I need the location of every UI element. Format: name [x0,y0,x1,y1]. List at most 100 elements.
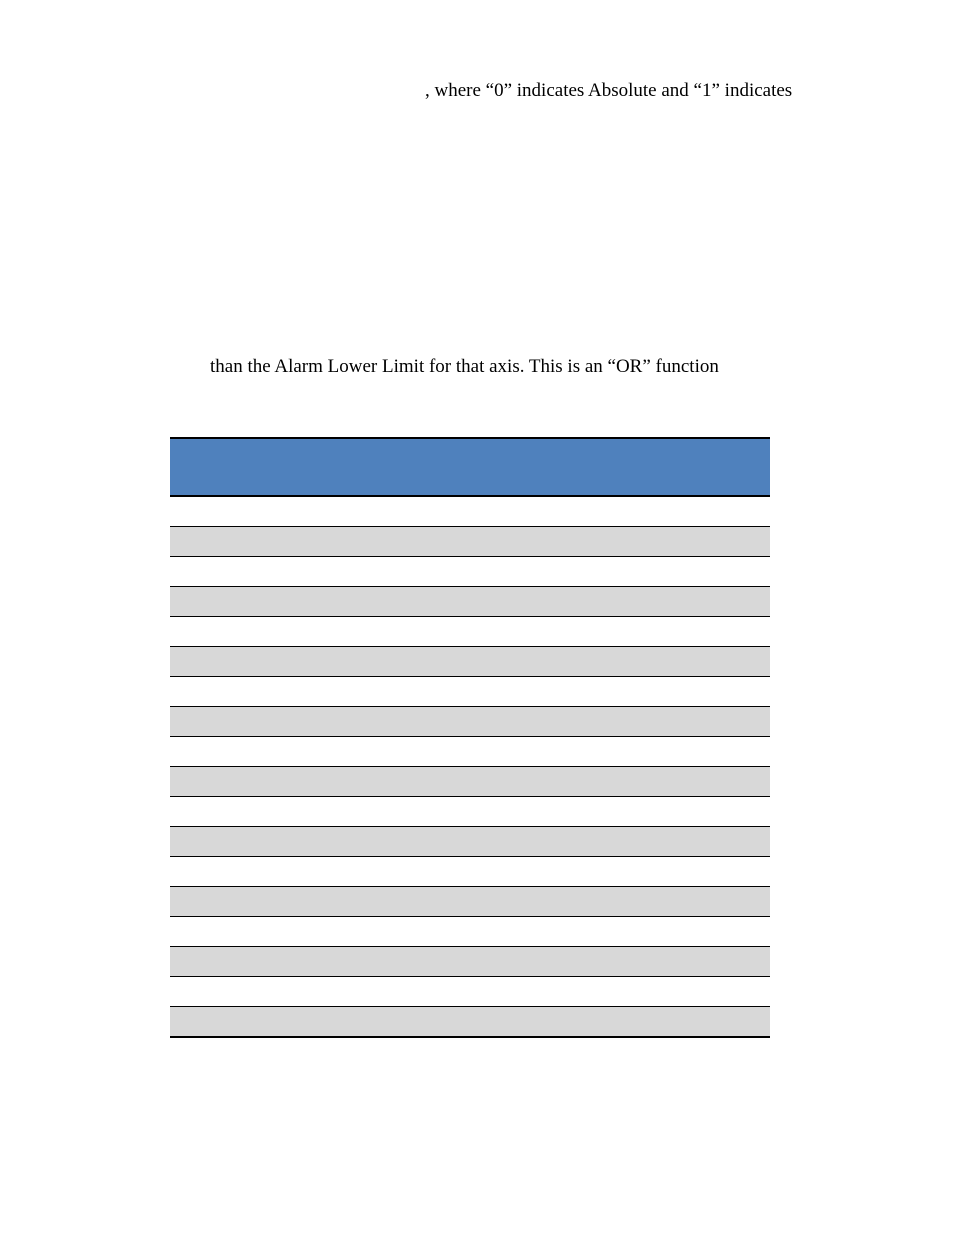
table-cell [450,1007,568,1038]
table-row [170,617,770,647]
table-cell [568,887,676,917]
table-cell [450,527,568,557]
data-table [170,437,770,1038]
table-cell [676,587,770,617]
table-cell [170,977,450,1007]
table-cell [450,557,568,587]
table-header-cell [450,438,568,496]
table-header-row [170,438,770,496]
table-cell [676,1007,770,1038]
table-cell [170,887,450,917]
table-row [170,977,770,1007]
table-cell [450,587,568,617]
table-row [170,496,770,527]
table-cell [568,737,676,767]
table-cell [170,617,450,647]
table-cell [676,707,770,737]
table-cell [170,527,450,557]
table-cell [450,947,568,977]
table-row [170,527,770,557]
table-row [170,1007,770,1038]
table-cell [568,947,676,977]
table-cell [450,767,568,797]
table-cell [450,647,568,677]
table-cell [568,557,676,587]
table-cell [450,917,568,947]
table-cell [170,587,450,617]
table-cell [170,557,450,587]
table-row [170,737,770,767]
table-cell [170,737,450,767]
table-cell [676,496,770,527]
table-header-cell [676,438,770,496]
table-cell [676,647,770,677]
table-cell [568,1007,676,1038]
table-header-cell [170,438,450,496]
table-row [170,947,770,977]
table-cell [450,737,568,767]
table-row [170,797,770,827]
table-cell [450,857,568,887]
table-cell [568,496,676,527]
table-cell [676,767,770,797]
body-text-fragment-mid: than the Alarm Lower Limit for that axis… [210,353,844,381]
table-cell [450,677,568,707]
table-cell [676,737,770,767]
table-row [170,647,770,677]
table-cell [170,797,450,827]
table-row [170,557,770,587]
table-cell [568,917,676,947]
table-row [170,887,770,917]
table-cell [676,947,770,977]
data-table-wrapper [170,437,770,1038]
table-cell [170,857,450,887]
table-cell [170,827,450,857]
table-cell [170,677,450,707]
table-row [170,587,770,617]
table-cell [676,617,770,647]
table-cell [450,797,568,827]
table-row [170,767,770,797]
table-cell [568,617,676,647]
table-cell [170,496,450,527]
table-cell [568,587,676,617]
table-cell [170,767,450,797]
table-cell [676,977,770,1007]
table-header-cell [568,438,676,496]
table-cell [676,557,770,587]
table-cell [568,707,676,737]
body-text-fragment-top: , where “0” indicates Absolute and “1” i… [425,78,844,103]
table-cell [450,707,568,737]
table-cell [450,617,568,647]
table-cell [170,707,450,737]
table-cell [568,797,676,827]
table-cell [170,647,450,677]
table-cell [568,977,676,1007]
table-cell [676,887,770,917]
table-body [170,496,770,1037]
table-cell [676,527,770,557]
document-page: , where “0” indicates Absolute and “1” i… [0,0,954,1235]
table-cell [676,797,770,827]
table-cell [676,857,770,887]
table-cell [450,496,568,527]
table-cell [170,947,450,977]
table-cell [170,1007,450,1038]
table-cell [450,977,568,1007]
table-cell [450,887,568,917]
table-cell [676,827,770,857]
table-row [170,827,770,857]
table-cell [676,677,770,707]
table-cell [568,827,676,857]
table-cell [170,917,450,947]
table-cell [450,827,568,857]
table-cell [568,527,676,557]
table-cell [568,677,676,707]
table-cell [568,647,676,677]
table-row [170,707,770,737]
table-row [170,857,770,887]
table-cell [568,857,676,887]
table-cell [676,917,770,947]
table-row [170,677,770,707]
table-cell [568,767,676,797]
